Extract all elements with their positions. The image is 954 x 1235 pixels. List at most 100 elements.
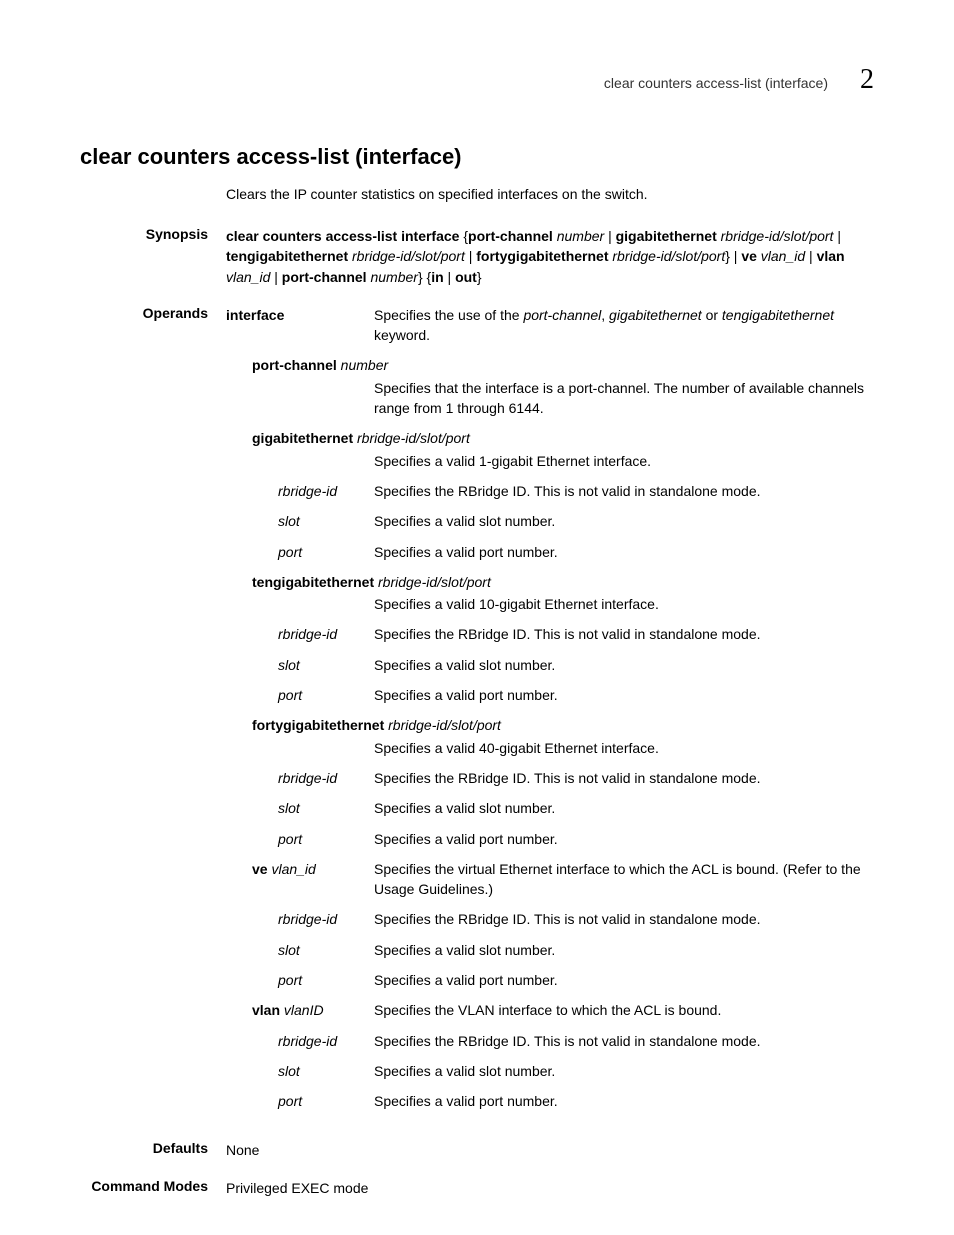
defaults-label: Defaults xyxy=(80,1140,226,1156)
operand-term: port-channel number xyxy=(226,355,400,375)
syn-sep1: | xyxy=(604,228,615,244)
operand-term-arg: vlanID xyxy=(280,1002,324,1018)
operand-term: tengigabitethernet rbridge-id/slot/port xyxy=(226,572,503,592)
operand-desc: Specifies the RBridge ID. This is not va… xyxy=(374,481,874,501)
operand-term-keyword: fortygigabitethernet xyxy=(252,717,384,733)
operand-row: tengigabitethernet rbridge-id/slot/portS… xyxy=(226,572,874,615)
syn-te-arg: rbridge-id/slot/port xyxy=(348,248,465,264)
operand-term-keyword: ve xyxy=(252,861,268,877)
syn-ge-kw: gigabitethernet xyxy=(616,228,717,244)
operand-desc: Specifies the VLAN interface to which th… xyxy=(374,1000,874,1020)
operand-row: slot Specifies a valid slot number. xyxy=(226,511,874,531)
syn-vlan-arg: vlan_id xyxy=(226,269,270,285)
operand-row: rbridge-idSpecifies the RBridge ID. This… xyxy=(226,909,874,929)
operand-term-arg: port xyxy=(278,972,302,988)
synopsis-label: Synopsis xyxy=(80,226,226,242)
operand-desc: Specifies the RBridge ID. This is not va… xyxy=(374,1031,874,1051)
operand-desc: Specifies the RBridge ID. This is not va… xyxy=(374,624,874,644)
synopsis-body: clear counters access-list interface {po… xyxy=(226,226,874,287)
operand-term-arg: slot xyxy=(278,513,300,529)
operand-desc: Specifies a valid slot number. xyxy=(374,511,874,531)
syn-ge-arg: rbridge-id/slot/port xyxy=(717,228,834,244)
section-synopsis: Synopsis clear counters access-list inte… xyxy=(80,226,874,287)
operand-term: rbridge-id xyxy=(226,1031,374,1051)
operand-desc: Specifies a valid port number. xyxy=(374,1091,874,1111)
operand-term-arg: port xyxy=(278,687,302,703)
syn-pc-kw: port-channel xyxy=(468,228,553,244)
operand-desc: Specifies the RBridge ID. This is not va… xyxy=(374,768,874,788)
running-header-text: clear counters access-list (interface) xyxy=(604,75,828,91)
operand-desc: Specifies a valid port number. xyxy=(374,829,874,849)
operand-term: port xyxy=(226,970,374,990)
operand-desc: Specifies a valid port number. xyxy=(374,542,874,562)
syn-lbrace: { xyxy=(459,228,468,244)
operand-desc-text: keyword. xyxy=(374,327,430,343)
operand-desc: Specifies that the interface is a port-c… xyxy=(226,378,874,419)
operand-desc: Specifies a valid 1-gigabit Ethernet int… xyxy=(226,451,874,471)
syn-rbrace3: } xyxy=(477,269,482,285)
operand-term: slot xyxy=(226,655,374,675)
operand-row: vlan vlanIDSpecifies the VLAN interface … xyxy=(226,1000,874,1020)
operand-desc-arg: tengigabitethernet xyxy=(722,307,834,323)
operand-row: portSpecifies a valid port number. xyxy=(226,542,874,562)
operand-term-arg: rbridge-id/slot/port xyxy=(384,717,501,733)
operand-row: slotSpecifies a valid slot number. xyxy=(226,1061,874,1081)
defaults-value: None xyxy=(226,1140,874,1160)
syn-pc2-kw: port-channel xyxy=(282,269,367,285)
operand-term: interface xyxy=(226,305,374,325)
operand-term-arg: rbridge-id xyxy=(278,626,337,642)
operand-term-keyword: tengigabitethernet xyxy=(252,574,374,590)
operand-term: port xyxy=(226,829,374,849)
page-title: clear counters access-list (interface) xyxy=(80,144,874,170)
operand-term: port xyxy=(226,1091,374,1111)
operand-desc: Specifies a valid 40-gigabit Ethernet in… xyxy=(226,738,874,758)
operand-row: gigabitethernet rbridge-id/slot/port Spec… xyxy=(226,428,874,471)
syn-sep5: | xyxy=(270,269,281,285)
operand-term: slot xyxy=(226,940,374,960)
command-modes-value: Privileged EXEC mode xyxy=(226,1178,874,1198)
operand-term-keyword: port-channel xyxy=(252,357,337,373)
operands-label: Operands xyxy=(80,305,226,321)
running-header-chapter: 2 xyxy=(860,64,874,96)
syn-pc-arg: number xyxy=(553,228,604,244)
section-operands: Operands interfaceSpecifies the use of t… xyxy=(80,305,874,1122)
operand-term-keyword: gigabitethernet xyxy=(252,430,353,446)
operand-term: gigabitethernet rbridge-id/slot/port xyxy=(226,428,482,448)
syn-sep6: | xyxy=(444,269,455,285)
operand-term-arg: rbridge-id xyxy=(278,1033,337,1049)
operand-term: slot xyxy=(226,1061,374,1081)
operand-term: rbridge-id xyxy=(226,624,374,644)
operand-row: interfaceSpecifies the use of the port-c… xyxy=(226,305,874,346)
operand-row: portSpecifies a valid port number. xyxy=(226,685,874,705)
section-command-modes: Command Modes Privileged EXEC mode xyxy=(80,1178,874,1198)
section-defaults: Defaults None xyxy=(80,1140,874,1160)
operand-row: rbridge-id Specifies the RBridge ID. This… xyxy=(226,624,874,644)
operand-term: slot xyxy=(226,511,374,531)
operand-term-arg: slot xyxy=(278,800,300,816)
intro-text: Clears the IP counter statistics on spec… xyxy=(226,186,874,202)
operand-row: ve vlan_idSpecifies the virtual Ethernet… xyxy=(226,859,874,900)
operand-row: port-channel number Specifies that the in… xyxy=(226,355,874,418)
operand-desc: Specifies the virtual Ethernet interface… xyxy=(374,859,874,900)
operand-desc: Specifies the use of the port-channel, g… xyxy=(374,305,874,346)
syn-cmd: clear counters access-list interface xyxy=(226,228,459,244)
operand-row: slot Specifies a valid slot number. xyxy=(226,798,874,818)
operand-row: portSpecifies a valid port number. xyxy=(226,970,874,990)
operand-desc: Specifies a valid slot number. xyxy=(374,655,874,675)
operand-term-arg: slot xyxy=(278,657,300,673)
operand-term-arg: port xyxy=(278,831,302,847)
operand-desc-text: , xyxy=(601,307,609,323)
running-header: clear counters access-list (interface) 2 xyxy=(80,64,874,96)
syn-fe-arg: rbridge-id/slot/port xyxy=(609,248,726,264)
operand-term-arg: slot xyxy=(278,942,300,958)
operand-term: fortygigabitethernet rbridge-id/slot/por… xyxy=(226,715,513,735)
operand-desc: Specifies a valid slot number. xyxy=(374,798,874,818)
syn-rbrace2: } { xyxy=(418,269,431,285)
operand-desc-text: Specifies the use of the xyxy=(374,307,523,323)
command-modes-label: Command Modes xyxy=(80,1178,226,1194)
operand-term: rbridge-id xyxy=(226,481,374,501)
operand-term-arg: rbridge-id xyxy=(278,483,337,499)
operand-term: port xyxy=(226,542,374,562)
operand-term-arg: rbridge-id xyxy=(278,770,337,786)
operand-row: port Specifies a valid port number. xyxy=(226,829,874,849)
